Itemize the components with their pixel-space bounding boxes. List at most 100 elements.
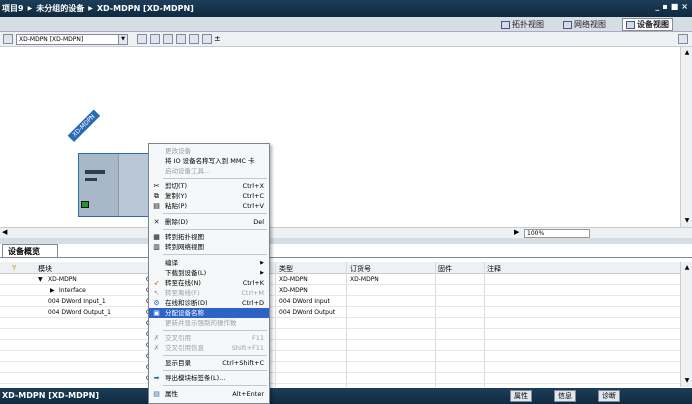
scroll-up-icon[interactable]: ▲	[682, 49, 692, 57]
table-row[interactable]: ▶ Interface XD-MDPN	[0, 285, 680, 296]
menu-change-device[interactable]: 更改设备	[149, 146, 269, 156]
cell-type: XD-MDPN	[279, 276, 308, 283]
table-row[interactable]: 004 DWord Output_1 004 DWord Output	[0, 307, 680, 318]
page-icon[interactable]	[163, 34, 173, 44]
chevron-down-icon[interactable]: ▼	[118, 35, 127, 44]
minimize-button[interactable]: _	[655, 2, 659, 11]
zoom-icon[interactable]	[202, 34, 212, 44]
menu-show-catalog[interactable]: 显示目录 Ctrl+Shift+C	[149, 358, 269, 368]
cut-icon: ✂	[153, 182, 160, 190]
menu-assign-device-name[interactable]: ▣ 分配设备名称	[149, 308, 269, 318]
network-port-icon[interactable]	[81, 201, 89, 208]
module-bar-icon	[85, 178, 97, 181]
breadcrumb-device[interactable]: XD-MDPN [XD-MDPN]	[97, 4, 194, 13]
table-row[interactable]	[0, 351, 680, 362]
table-row[interactable]	[0, 318, 680, 329]
menu-separator	[163, 370, 267, 371]
col-firmware[interactable]: 固件	[438, 264, 452, 274]
filter-icon[interactable]: Y	[12, 264, 16, 272]
scroll-right-icon[interactable]: ▶	[514, 228, 519, 236]
menu-online-diagnostics[interactable]: ⚙ 在线和诊断(D) Ctrl+D	[149, 298, 269, 308]
menu-go-offline[interactable]: ➷ 转至离线(F) Ctrl+M	[149, 288, 269, 298]
menu-start-device-tool[interactable]: 启动设备工具...	[149, 166, 269, 176]
info-tab[interactable]: 信息	[554, 390, 576, 402]
cell-module: 004 DWord Input_1	[48, 298, 106, 305]
menu-separator	[163, 229, 267, 230]
panel-splitter[interactable]	[0, 238, 692, 244]
menu-separator	[163, 213, 267, 214]
scroll-left-icon[interactable]: ◀	[2, 228, 7, 236]
table-vertical-scrollbar[interactable]: ▲ ▼	[680, 262, 692, 387]
menu-separator	[163, 254, 267, 255]
tab-device-overview[interactable]: 设备概览	[2, 244, 58, 258]
menu-go-network[interactable]: ▥ 转到网络视图	[149, 242, 269, 252]
breadcrumb-project[interactable]: 项目9	[2, 3, 24, 14]
menu-properties[interactable]: ▤ 属性 Alt+Enter	[149, 389, 269, 399]
col-comment[interactable]: 注释	[487, 264, 501, 274]
menu-update-forced-operands[interactable]: 更新并显示强制的操作数	[149, 318, 269, 328]
grid-icon[interactable]	[176, 34, 186, 44]
menu-copy[interactable]: ⧉ 复制(Y) Ctrl+C	[149, 191, 269, 201]
tab-device-view[interactable]: 设备视图	[622, 18, 673, 31]
canvas-horizontal-scrollbar[interactable]: ◀ ▶ 100%	[0, 227, 692, 238]
menu-cross-reference[interactable]: ✗ 交叉引用 F11	[149, 333, 269, 343]
scroll-down-icon[interactable]: ▼	[682, 377, 692, 385]
table-row[interactable]	[0, 373, 680, 384]
cell-order-no: XD-MDPN	[350, 276, 379, 283]
menu-separator	[163, 385, 267, 386]
cell-type: 004 DWord Output	[279, 309, 336, 316]
split-icon[interactable]	[189, 34, 199, 44]
menu-export-tags[interactable]: ➡ 导出模块标签条(L)...	[149, 373, 269, 383]
tab-network-label: 网络视图	[574, 20, 606, 29]
scroll-up-icon[interactable]: ▲	[682, 264, 692, 272]
table-icon[interactable]	[150, 34, 160, 44]
menu-paste[interactable]: ▤ 粘贴(P) Ctrl+V	[149, 201, 269, 211]
expand-icon[interactable]: ▶	[50, 287, 55, 294]
menu-go-topology[interactable]: ▦ 转到拓扑视图	[149, 232, 269, 242]
zoom-step-icon[interactable]: ±	[214, 34, 221, 44]
scroll-down-icon[interactable]: ▼	[682, 217, 692, 225]
menu-cut[interactable]: ✂ 剪切(T) Ctrl+X	[149, 181, 269, 191]
menu-delete[interactable]: ✕ 删除(D) Del	[149, 217, 269, 227]
device-name-label: XD-MDPN	[67, 109, 101, 142]
maximize-button[interactable]: ■	[671, 2, 679, 11]
close-button[interactable]: ×	[681, 2, 688, 11]
panel-toggle-icon[interactable]	[678, 34, 688, 44]
title-bar: 项目9 ▶ 未分组的设备 ▶ XD-MDPN [XD-MDPN] _ ▪ ■ ×	[0, 0, 692, 17]
col-type[interactable]: 类型	[279, 264, 293, 274]
device-select[interactable]: XD-MDPN [XD-MDPN] ▼	[16, 34, 128, 45]
table-row[interactable]	[0, 362, 680, 373]
breadcrumb-ungrouped[interactable]: 未分组的设备	[36, 3, 84, 14]
diagnostics-icon: ⚙	[153, 299, 160, 307]
menu-go-online[interactable]: ➶ 转至在线(N) Ctrl+K	[149, 278, 269, 288]
submenu-arrow-icon: ▶	[260, 270, 264, 276]
status-device: XD-MDPN [XD-MDPN]	[2, 391, 99, 400]
device-canvas[interactable]: XD-MDPN	[0, 47, 680, 227]
cell-module: Interface	[59, 287, 86, 294]
tab-network-view[interactable]: 网络视图	[560, 18, 609, 31]
paste-icon: ▤	[153, 202, 160, 210]
network-icon: ▥	[153, 243, 160, 251]
expand-icon[interactable]: ▼	[38, 276, 43, 283]
menu-compile[interactable]: 编译 ▶	[149, 258, 269, 268]
tab-topology-view[interactable]: 拓扑视图	[498, 18, 547, 31]
cell-module: XD-MDPN	[48, 276, 77, 283]
diagnostics-tab[interactable]: 诊断	[598, 390, 620, 402]
device-tree-icon[interactable]	[3, 34, 13, 44]
col-module[interactable]: 模块	[38, 264, 52, 274]
table-row[interactable]	[0, 329, 680, 340]
menu-cross-reference-info[interactable]: ✗ 交叉引用信息 Shift+F11	[149, 343, 269, 353]
col-order-no[interactable]: 订货号	[350, 264, 371, 274]
table-row[interactable]: 004 DWord Input_1 004 DWord Input	[0, 296, 680, 307]
table-row[interactable]	[0, 340, 680, 351]
canvas-vertical-scrollbar[interactable]: ▲ ▼	[680, 47, 692, 227]
view-tabs: 拓扑视图 网络视图 设备视图	[0, 17, 692, 32]
zoom-select[interactable]: 100%	[524, 229, 590, 238]
head-module[interactable]	[79, 154, 119, 216]
properties-toolbar-icon[interactable]	[137, 34, 147, 44]
table-row[interactable]: ▼ XD-MDPN XD-MDPN XD-MDPN	[0, 274, 680, 285]
properties-tab[interactable]: 属性	[510, 390, 532, 402]
menu-write-io-name[interactable]: 将 IO 设备名称写入到 MMC 卡	[149, 156, 269, 166]
restore-button[interactable]: ▪	[662, 2, 667, 11]
menu-download[interactable]: 下载到设备(L) ▶	[149, 268, 269, 278]
